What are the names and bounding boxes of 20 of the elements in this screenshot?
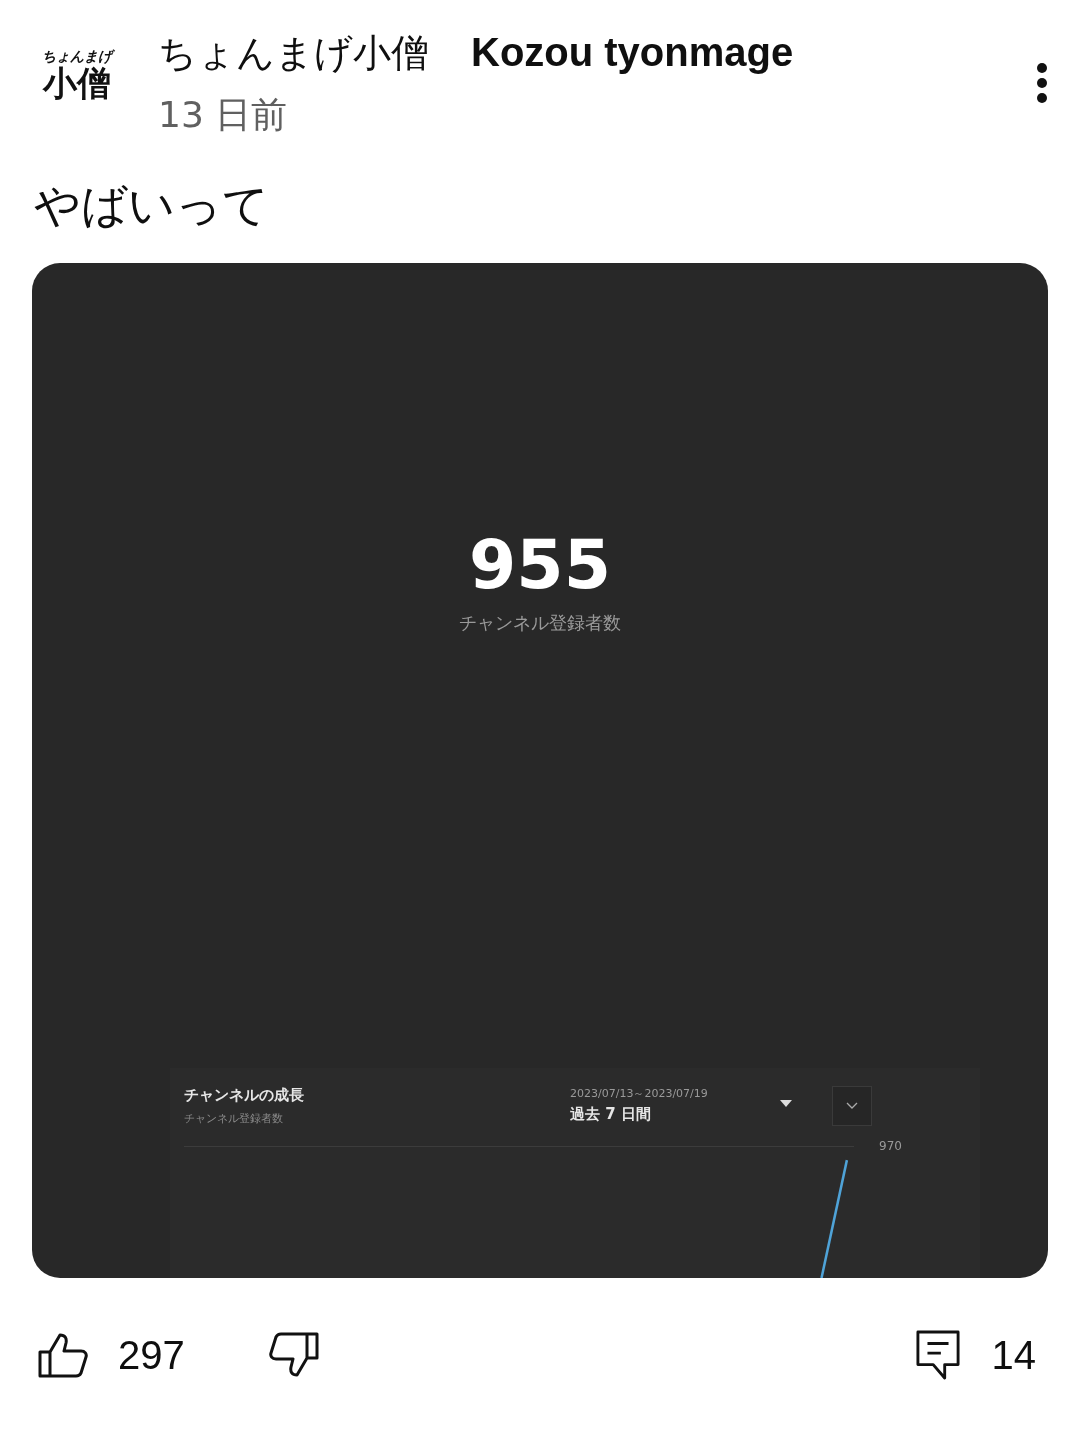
- author-handle[interactable]: Kozou tyonmage: [471, 24, 794, 80]
- panel-subtitle: チャンネル登録者数: [184, 1111, 284, 1126]
- post-time: 13 日前: [158, 93, 289, 137]
- post-text: やばいって: [34, 177, 270, 234]
- author-name[interactable]: ちょんまげ小僧: [158, 25, 429, 81]
- thumbs-up-icon[interactable]: [38, 1332, 88, 1378]
- date-range: 2023/07/13～2023/07/19: [570, 1086, 709, 1101]
- thumbs-down-icon[interactable]: [268, 1332, 319, 1378]
- chevron-icon: [846, 1102, 858, 1110]
- comment-icon[interactable]: [915, 1330, 960, 1380]
- more-icon[interactable]: [1036, 62, 1048, 104]
- like-count: 297: [118, 1332, 185, 1378]
- subscriber-count: 955: [469, 525, 611, 605]
- axis-label: 970: [879, 1139, 902, 1153]
- period-label: 過去 7 日間: [570, 1105, 652, 1124]
- subscriber-label: チャンネル登録者数: [459, 611, 621, 635]
- comment-count: 14: [991, 1332, 1036, 1378]
- channel-avatar[interactable]: ちょんまげ 小僧: [32, 30, 122, 120]
- panel-title: チャンネルの成長: [184, 1086, 305, 1105]
- dropdown-icon[interactable]: [780, 1100, 792, 1107]
